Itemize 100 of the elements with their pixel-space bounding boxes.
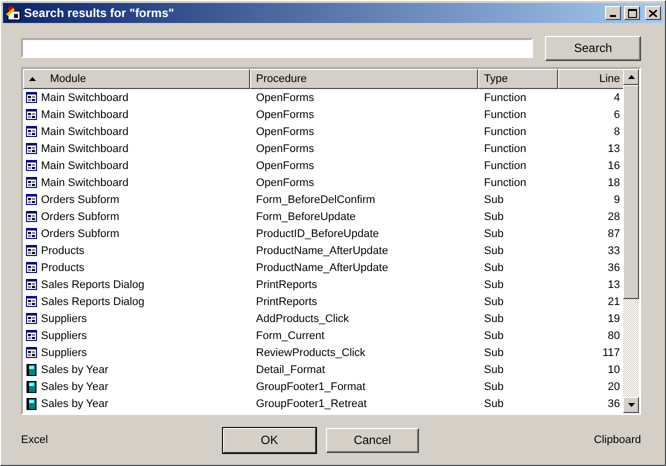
line-cell-text: 10 — [606, 364, 621, 376]
column-header[interactable]: Line — [558, 69, 623, 89]
line-cell-text: 80 — [606, 330, 621, 342]
procedure-cell-text: PrintReports — [255, 296, 318, 308]
module-cell[interactable]: Products — [23, 262, 250, 274]
column-header[interactable]: Type — [478, 69, 558, 89]
line-cell-text: 36 — [606, 262, 621, 274]
book-icon — [26, 364, 37, 376]
form-icon — [26, 109, 37, 120]
line-cell-text: 16 — [606, 160, 621, 172]
type-cell-text: Sub — [483, 244, 505, 256]
procedure-cell-text: Detail_Format — [255, 364, 326, 376]
procedure-cell-text: OpenForms — [255, 108, 316, 120]
procedure-cell-text: ProductName_AfterUpdate — [255, 244, 390, 256]
module-cell[interactable]: Products — [23, 244, 250, 256]
maximize-button[interactable] — [624, 6, 640, 20]
column-header[interactable]: Procedure — [250, 69, 478, 89]
form-icon — [26, 211, 37, 222]
form-icon — [26, 313, 37, 324]
procedure-cell-text: OpenForms — [255, 142, 316, 154]
procedure-cell-text: Form_Current — [255, 330, 326, 342]
line-cell-text: 13 — [606, 142, 621, 154]
book-icon — [26, 380, 37, 392]
procedure-cell-text: OpenForms — [255, 176, 316, 188]
type-cell-text: Sub — [483, 194, 505, 206]
line-cell-text: 8 — [612, 126, 621, 138]
module-cell[interactable]: Sales by Year — [23, 398, 250, 410]
type-cell-text: Sub — [483, 380, 505, 392]
close-icon — [649, 10, 657, 16]
search-field[interactable] — [21, 38, 533, 58]
search-button[interactable]: Search — [545, 36, 641, 60]
form-icon — [26, 279, 37, 290]
module-cell[interactable]: Orders Subform — [23, 228, 250, 240]
procedure-cell-text: ReviewProducts_Click — [255, 346, 366, 358]
scroll-thumb[interactable] — [623, 85, 639, 299]
line-cell-text: 87 — [606, 228, 621, 240]
procedure-cell-text: OpenForms — [255, 126, 316, 138]
form-icon — [26, 245, 37, 256]
module-cell[interactable]: Sales Reports Dialog — [23, 278, 250, 290]
type-cell-text: Sub — [483, 364, 505, 376]
procedure-cell-text: PrintReports — [255, 278, 318, 290]
module-cell[interactable]: Sales by Year — [23, 364, 250, 376]
sort-arrow-icon — [29, 77, 36, 81]
line-cell-text: 20 — [606, 380, 621, 392]
cancel-button[interactable]: Cancel — [326, 428, 419, 452]
type-cell-text: Sub — [483, 210, 505, 222]
type-cell-text: Function — [483, 160, 528, 172]
line-cell-text: 9 — [612, 194, 621, 206]
form-icon — [26, 330, 37, 341]
procedure-cell-text: AddProducts_Click — [255, 312, 350, 324]
ok-button[interactable]: OK — [222, 428, 316, 452]
type-cell-text: Sub — [483, 228, 505, 240]
module-cell[interactable]: Main Switchboard — [23, 108, 250, 120]
module-cell[interactable]: Main Switchboard — [23, 176, 250, 188]
module-cell[interactable]: Suppliers — [23, 346, 250, 358]
type-cell-text: Sub — [483, 330, 505, 342]
type-cell-text: Function — [483, 108, 528, 120]
module-cell[interactable]: Suppliers — [23, 312, 250, 324]
form-icon — [26, 126, 37, 137]
excel-link[interactable]: Excel — [21, 434, 48, 446]
type-cell-text: Sub — [483, 312, 505, 324]
module-cell[interactable]: Orders Subform — [23, 210, 250, 222]
form-icon — [26, 143, 37, 154]
module-cell[interactable]: Sales by Year — [23, 380, 250, 392]
book-icon — [26, 398, 37, 410]
close-button[interactable] — [645, 6, 661, 20]
form-icon — [26, 347, 37, 358]
column-header[interactable]: Module — [23, 69, 250, 89]
clipboard-link[interactable]: Clipboard — [594, 434, 641, 446]
form-icon — [26, 262, 37, 273]
line-cell-text: 4 — [612, 92, 621, 104]
module-cell[interactable]: Main Switchboard — [23, 92, 250, 104]
module-cell[interactable]: Suppliers — [23, 330, 250, 342]
module-cell[interactable]: Main Switchboard — [23, 142, 250, 154]
line-cell-text: 36 — [606, 398, 621, 410]
down-arrow-icon — [628, 403, 634, 407]
scrollbar[interactable] — [623, 69, 639, 413]
column-label: Procedure — [256, 73, 307, 85]
procedure-cell-text: GroupFooter1_Retreat — [255, 398, 368, 410]
window-title: Search results for "forms" — [24, 6, 176, 20]
line-cell-text: 117 — [601, 346, 621, 358]
type-cell-text: Sub — [483, 398, 505, 410]
type-cell-text: Sub — [483, 278, 505, 290]
module-cell[interactable]: Main Switchboard — [23, 160, 250, 172]
column-label: Module — [50, 73, 86, 85]
procedure-cell-text: Form_BeforeUpdate — [255, 210, 357, 222]
form-icon — [26, 194, 37, 205]
form-icon — [26, 160, 37, 171]
line-cell-text: 21 — [606, 296, 621, 308]
minimize-button[interactable] — [605, 6, 621, 20]
scroll-down-button[interactable] — [623, 397, 639, 413]
module-cell[interactable]: Orders Subform — [23, 194, 250, 206]
module-cell[interactable]: Sales Reports Dialog — [23, 296, 250, 308]
line-cell-text: 33 — [606, 244, 621, 256]
line-cell-text: 6 — [612, 108, 621, 120]
procedure-cell-text: ProductName_AfterUpdate — [255, 262, 390, 274]
scroll-up-button[interactable] — [623, 69, 639, 85]
procedure-cell-text: ProductID_BeforeUpdate — [255, 228, 380, 240]
app-icon — [5, 5, 21, 21]
module-cell[interactable]: Main Switchboard — [23, 126, 250, 138]
